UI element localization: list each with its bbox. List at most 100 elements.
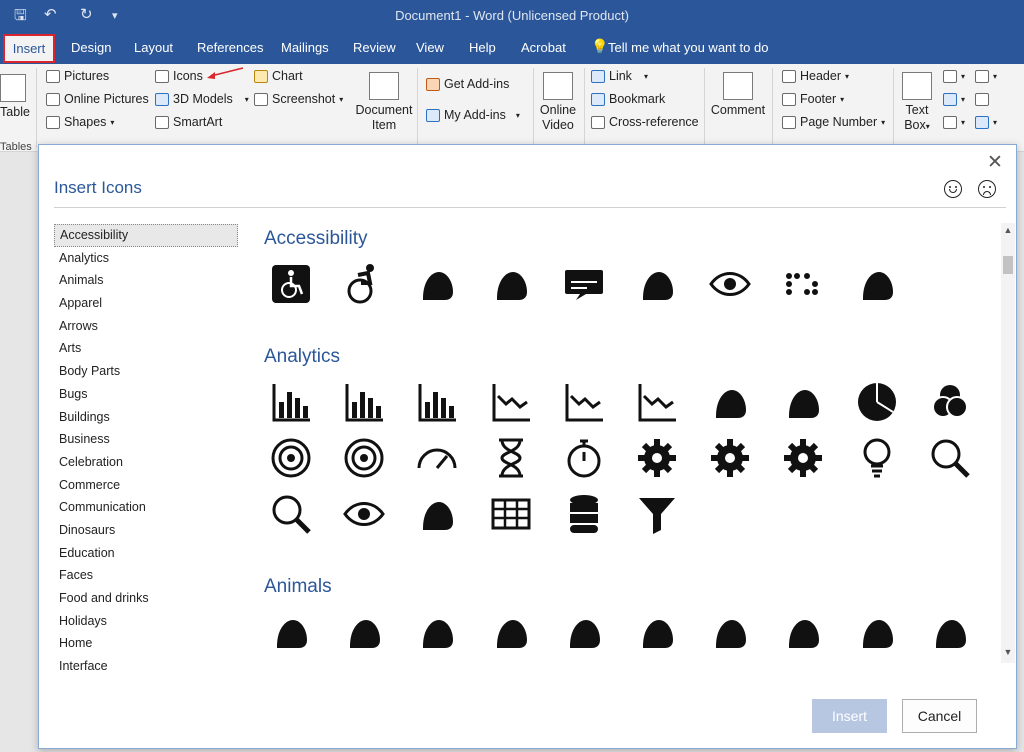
tab-layout[interactable]: Layout [134,40,173,56]
date-time-button[interactable] [975,93,989,106]
get-addins-button[interactable]: Get Add-ins [426,77,509,91]
category-item-animals[interactable]: Animals [54,269,238,292]
line-chart-downward-icon[interactable] [487,378,535,426]
rat-icon[interactable] [633,608,681,656]
active-wheelchair-icon[interactable] [340,260,388,308]
link-button[interactable]: Link▾ [591,69,648,83]
category-item-accessibility[interactable]: Accessibility [54,224,238,247]
screenshot-button[interactable]: Screenshot▾ [254,92,343,106]
text-box-button[interactable]: Text Box▾ [899,72,935,134]
tab-mailings[interactable]: Mailings [281,40,329,56]
gauge-icon[interactable] [413,434,461,482]
online-video-button[interactable]: Online Video [537,72,579,133]
snake-icon[interactable] [706,608,754,656]
category-item-analytics[interactable]: Analytics [54,247,238,270]
gears-icon[interactable] [706,434,754,482]
insert-button[interactable]: Insert [812,699,887,733]
online-pictures-button[interactable]: Online Pictures [46,92,149,106]
venn-diagram-icon[interactable] [926,378,974,426]
bookmark-button[interactable]: Bookmark [591,92,665,106]
category-item-commerce[interactable]: Commerce [54,474,238,497]
category-item-business[interactable]: Business [54,428,238,451]
line-plot-icon[interactable] [633,378,681,426]
bar-chart-downward-icon[interactable] [340,378,388,426]
line-chart-upward-icon[interactable] [560,378,608,426]
gear-icon[interactable] [633,434,681,482]
magnifying-glass-icon[interactable] [926,434,974,482]
table-button[interactable]: Table [0,74,30,120]
dog-icon[interactable] [340,608,388,656]
pictures-button[interactable]: Pictures [46,69,109,83]
lizard-icon[interactable] [926,608,974,656]
category-item-arts[interactable]: Arts [54,337,238,360]
tab-help[interactable]: Help [469,40,496,56]
frown-feedback-icon[interactable] [978,180,996,198]
braille-icon[interactable] [779,260,827,308]
tab-references[interactable]: References [197,40,263,56]
filter-icon[interactable] [633,490,681,538]
shapes-button[interactable]: Shapes▾ [46,115,114,129]
rabbit-icon[interactable] [560,608,608,656]
header-button[interactable]: Header▾ [782,69,849,83]
object-button[interactable]: ▾ [975,116,997,129]
eye-icon[interactable] [340,490,388,538]
phone-volume-icon[interactable] [853,260,901,308]
scroll-down-icon[interactable]: ▼ [1001,647,1015,657]
presentation-bar-icon[interactable] [706,378,754,426]
category-item-faces[interactable]: Faces [54,564,238,587]
category-item-interface[interactable]: Interface [54,655,238,678]
drop-cap-button[interactable]: ▾ [943,116,965,129]
bar-chart-icon[interactable] [267,378,315,426]
magnifier-heartbeat-icon[interactable] [267,490,315,538]
target-icon[interactable] [267,434,315,482]
category-item-body-parts[interactable]: Body Parts [54,360,238,383]
cancel-button[interactable]: Cancel [902,699,977,733]
stopwatch-icon[interactable] [560,434,608,482]
cross-reference-button[interactable]: Cross-reference [591,115,699,129]
turtle-icon[interactable] [779,608,827,656]
category-item-buildings[interactable]: Buildings [54,406,238,429]
gallery-scrollbar[interactable]: ▲ ▼ [1001,223,1015,663]
category-item-bugs[interactable]: Bugs [54,383,238,406]
scroll-thumb[interactable] [1003,256,1013,274]
page-number-button[interactable]: Page Number▾ [782,115,885,129]
scroll-up-icon[interactable]: ▲ [1001,225,1015,235]
document-item-button[interactable]: Document Item [354,72,414,133]
smartart-button[interactable]: SmartArt [155,115,222,129]
presentation-pie-icon[interactable] [779,378,827,426]
tab-design[interactable]: Design [71,40,111,56]
hourglass-icon[interactable] [487,434,535,482]
category-item-communication[interactable]: Communication [54,496,238,519]
cat-icon[interactable] [267,608,315,656]
bar-chart-upward-icon[interactable] [413,378,461,426]
chart-button[interactable]: Chart [254,69,303,83]
category-item-holidays[interactable]: Holidays [54,610,238,633]
quick-parts-button[interactable]: ▾ [943,70,965,83]
crosshair-icon[interactable] [340,434,388,482]
category-item-food-and-drinks[interactable]: Food and drinks [54,587,238,610]
tab-review[interactable]: Review [353,40,396,56]
footer-button[interactable]: Footer▾ [782,92,844,106]
category-item-celebration[interactable]: Celebration [54,451,238,474]
pie-chart-icon[interactable] [853,378,901,426]
wordart-button[interactable]: ▾ [943,93,965,106]
sign-language-icon[interactable] [633,260,681,308]
category-item-home[interactable]: Home [54,632,238,655]
tab-view[interactable]: View [416,40,444,56]
hearing-impaired-icon[interactable] [487,260,535,308]
closed-captioning-icon[interactable] [560,260,608,308]
database-icon[interactable] [560,490,608,538]
visual-impairment-icon[interactable] [706,260,754,308]
tab-acrobat[interactable]: Acrobat [521,40,566,56]
lightbulb-icon[interactable] [853,434,901,482]
category-item-arrows[interactable]: Arrows [54,315,238,338]
comment-button[interactable]: Comment [709,72,767,118]
frog-icon[interactable] [853,608,901,656]
3d-models-button[interactable]: 3D Models▾ [155,92,249,106]
tell-me-search[interactable]: Tell me what you want to do [608,40,768,56]
hamster-wheel-icon[interactable] [487,608,535,656]
category-item-education[interactable]: Education [54,542,238,565]
table-grid-icon[interactable] [487,490,535,538]
close-icon[interactable]: ✕ [987,151,1003,174]
category-item-dinosaurs[interactable]: Dinosaurs [54,519,238,542]
